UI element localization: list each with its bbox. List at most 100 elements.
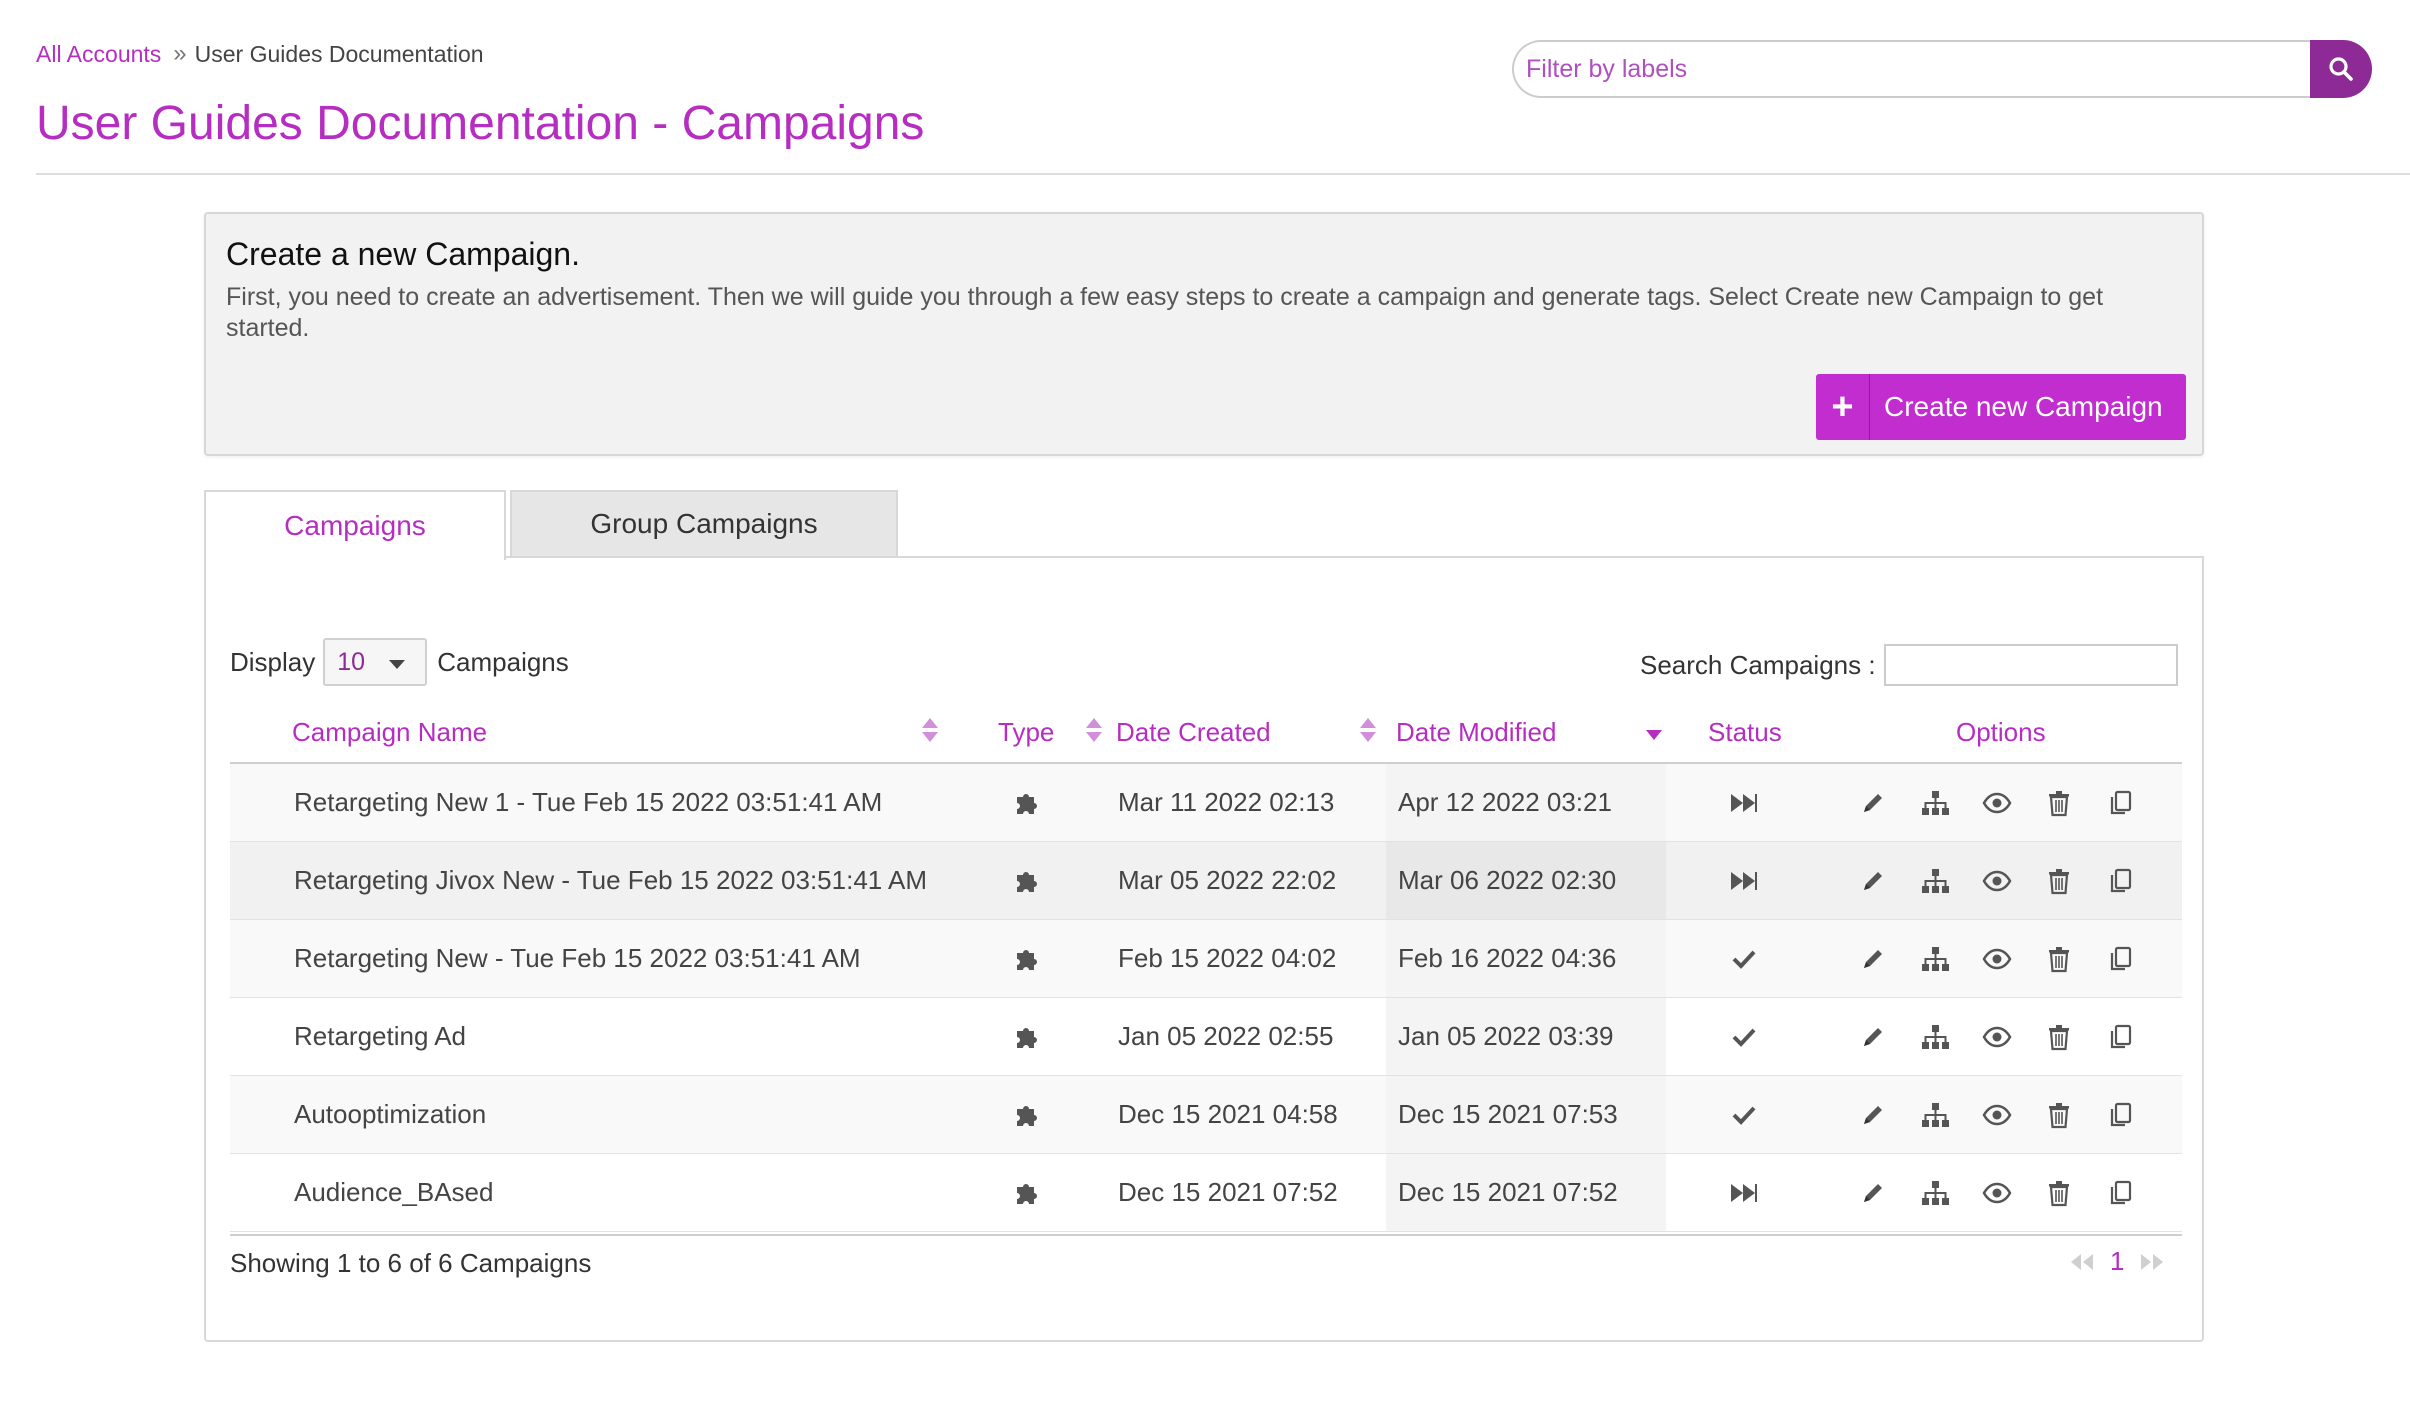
table-row: Retargeting Jivox New - Tue Feb 15 2022 … <box>230 842 2182 920</box>
tab-group-campaigns[interactable]: Group Campaigns <box>510 490 898 558</box>
puzzle-icon <box>1017 1027 1037 1048</box>
copy-icon[interactable] <box>2106 1022 2136 1052</box>
eye-icon[interactable] <box>1982 788 2012 818</box>
trash-icon[interactable] <box>2044 944 2074 974</box>
display-count-select[interactable]: 10 <box>323 638 428 686</box>
eye-icon[interactable] <box>1982 866 2012 896</box>
date-modified-cell: Apr 12 2022 03:21 <box>1398 787 1612 817</box>
copy-icon[interactable] <box>2106 1178 2136 1208</box>
trash-icon[interactable] <box>2044 788 2074 818</box>
table-row: Audience_BAsed Dec 15 2021 07:52 Dec 15 … <box>230 1154 2182 1232</box>
edit-pencil-icon[interactable] <box>1858 1100 1888 1130</box>
sort-icon[interactable] <box>1360 718 1376 744</box>
trash-icon[interactable] <box>2044 1100 2074 1130</box>
column-header-campaign-name[interactable]: Campaign Name <box>292 702 487 762</box>
trash-icon[interactable] <box>2044 1022 2074 1052</box>
puzzle-icon <box>1017 793 1037 814</box>
campaign-name-cell[interactable]: Retargeting Jivox New - Tue Feb 15 2022 … <box>294 842 927 919</box>
eye-icon[interactable] <box>1982 1100 2012 1130</box>
breadcrumb-separator: » <box>173 40 187 67</box>
type-cell <box>1008 764 1048 841</box>
column-header-date-created[interactable]: Date Created <box>1116 702 1271 762</box>
hierarchy-icon[interactable] <box>1920 866 1950 896</box>
search-campaigns-input[interactable] <box>1883 644 2178 686</box>
options-cell <box>1858 998 2170 1075</box>
sort-icon[interactable] <box>922 718 938 744</box>
type-cell <box>1008 920 1048 997</box>
options-cell <box>1858 1154 2170 1231</box>
copy-icon[interactable] <box>2106 1100 2136 1130</box>
hierarchy-icon[interactable] <box>1920 944 1950 974</box>
plus-icon: + <box>1816 374 1870 440</box>
campaign-name-cell[interactable]: Retargeting New - Tue Feb 15 2022 03:51:… <box>294 920 861 997</box>
display-label: Display <box>230 646 316 677</box>
date-created-cell: Feb 15 2022 04:02 <box>1118 943 1337 973</box>
table-header: Campaign Name Type Date Created Date Mod… <box>230 702 2182 764</box>
campaign-name: Autooptimization <box>294 1099 487 1129</box>
eye-icon[interactable] <box>1982 944 2012 974</box>
filter-labels-input[interactable] <box>1512 40 2312 98</box>
date-created-cell: Dec 15 2021 07:52 <box>1118 1177 1338 1207</box>
options-cell <box>1858 842 2170 919</box>
type-cell <box>1008 998 1048 1075</box>
campaign-name: Retargeting Jivox New - Tue Feb 15 2022 … <box>294 865 928 895</box>
tab-campaigns[interactable]: Campaigns <box>204 490 506 560</box>
breadcrumb-all-accounts-link[interactable]: All Accounts <box>36 41 161 68</box>
header-divider <box>36 173 2410 175</box>
filter-search-button[interactable] <box>2310 40 2372 98</box>
hierarchy-icon[interactable] <box>1920 1022 1950 1052</box>
sort-desc-icon[interactable] <box>1646 730 1662 740</box>
status-cell <box>1724 842 1764 919</box>
column-header-options: Options <box>1956 716 2046 747</box>
eye-icon[interactable] <box>1982 1022 2012 1052</box>
breadcrumb-current: User Guides Documentation <box>194 40 484 67</box>
hierarchy-icon[interactable] <box>1920 1178 1950 1208</box>
campaign-name-cell[interactable]: Autooptimization <box>294 1076 486 1153</box>
display-length-control: Display 10 Campaigns <box>230 638 569 686</box>
edit-pencil-icon[interactable] <box>1858 1022 1888 1052</box>
table-row: Autooptimization Dec 15 2021 04:58 Dec 1… <box>230 1076 2182 1154</box>
date-modified-cell: Jan 05 2022 03:39 <box>1398 1021 1614 1051</box>
copy-icon[interactable] <box>2106 788 2136 818</box>
campaign-name-cell[interactable]: Audience_BAsed <box>294 1154 493 1231</box>
search-campaigns-label: Search Campaigns : <box>1640 649 1876 680</box>
hierarchy-icon[interactable] <box>1920 788 1950 818</box>
trash-icon[interactable] <box>2044 1178 2074 1208</box>
copy-icon[interactable] <box>2106 944 2136 974</box>
column-header-date-modified[interactable]: Date Modified <box>1396 702 1556 762</box>
status-cell <box>1724 764 1764 841</box>
campaign-name-cell[interactable]: Retargeting Ad <box>294 998 466 1075</box>
campaign-name: Retargeting New - Tue Feb 15 2022 03:51:… <box>294 943 861 973</box>
column-header-type[interactable]: Type <box>998 702 1054 762</box>
copy-icon[interactable] <box>2106 866 2136 896</box>
page-number[interactable]: 1 <box>2110 1246 2124 1277</box>
create-campaign-panel: Create a new Campaign. First, you need t… <box>204 212 2204 456</box>
edit-pencil-icon[interactable] <box>1858 944 1888 974</box>
pagination: 1 <box>2068 1246 2166 1277</box>
date-created-cell: Jan 05 2022 02:55 <box>1118 1021 1334 1051</box>
fast-forward-icon <box>1731 1183 1757 1202</box>
display-suffix: Campaigns <box>437 646 569 677</box>
sort-icon[interactable] <box>1086 718 1102 744</box>
puzzle-icon <box>1017 1105 1037 1126</box>
next-page-icon[interactable] <box>2138 1252 2166 1272</box>
previous-page-icon[interactable] <box>2068 1252 2096 1272</box>
date-created-cell: Mar 11 2022 02:13 <box>1118 787 1335 817</box>
status-cell <box>1724 1076 1764 1153</box>
page-header: All Accounts » User Guides Documentation… <box>0 0 2410 176</box>
create-new-campaign-button[interactable]: + Create new Campaign <box>1816 374 2186 440</box>
eye-icon[interactable] <box>1982 1178 2012 1208</box>
table-row: Retargeting Ad Jan 05 2022 02:55 Jan 05 … <box>230 998 2182 1076</box>
date-modified-cell: Dec 15 2021 07:52 <box>1398 1177 1618 1207</box>
column-header-status[interactable]: Status <box>1708 702 1782 762</box>
puzzle-icon <box>1017 871 1037 892</box>
edit-pencil-icon[interactable] <box>1858 1178 1888 1208</box>
trash-icon[interactable] <box>2044 866 2074 896</box>
campaign-name-cell[interactable]: Retargeting New 1 - Tue Feb 15 2022 03:5… <box>294 764 882 841</box>
options-cell <box>1858 1076 2170 1153</box>
edit-pencil-icon[interactable] <box>1858 788 1888 818</box>
type-cell <box>1008 842 1048 919</box>
edit-pencil-icon[interactable] <box>1858 866 1888 896</box>
create-campaign-description: First, you need to create an advertiseme… <box>226 283 2104 342</box>
hierarchy-icon[interactable] <box>1920 1100 1950 1130</box>
